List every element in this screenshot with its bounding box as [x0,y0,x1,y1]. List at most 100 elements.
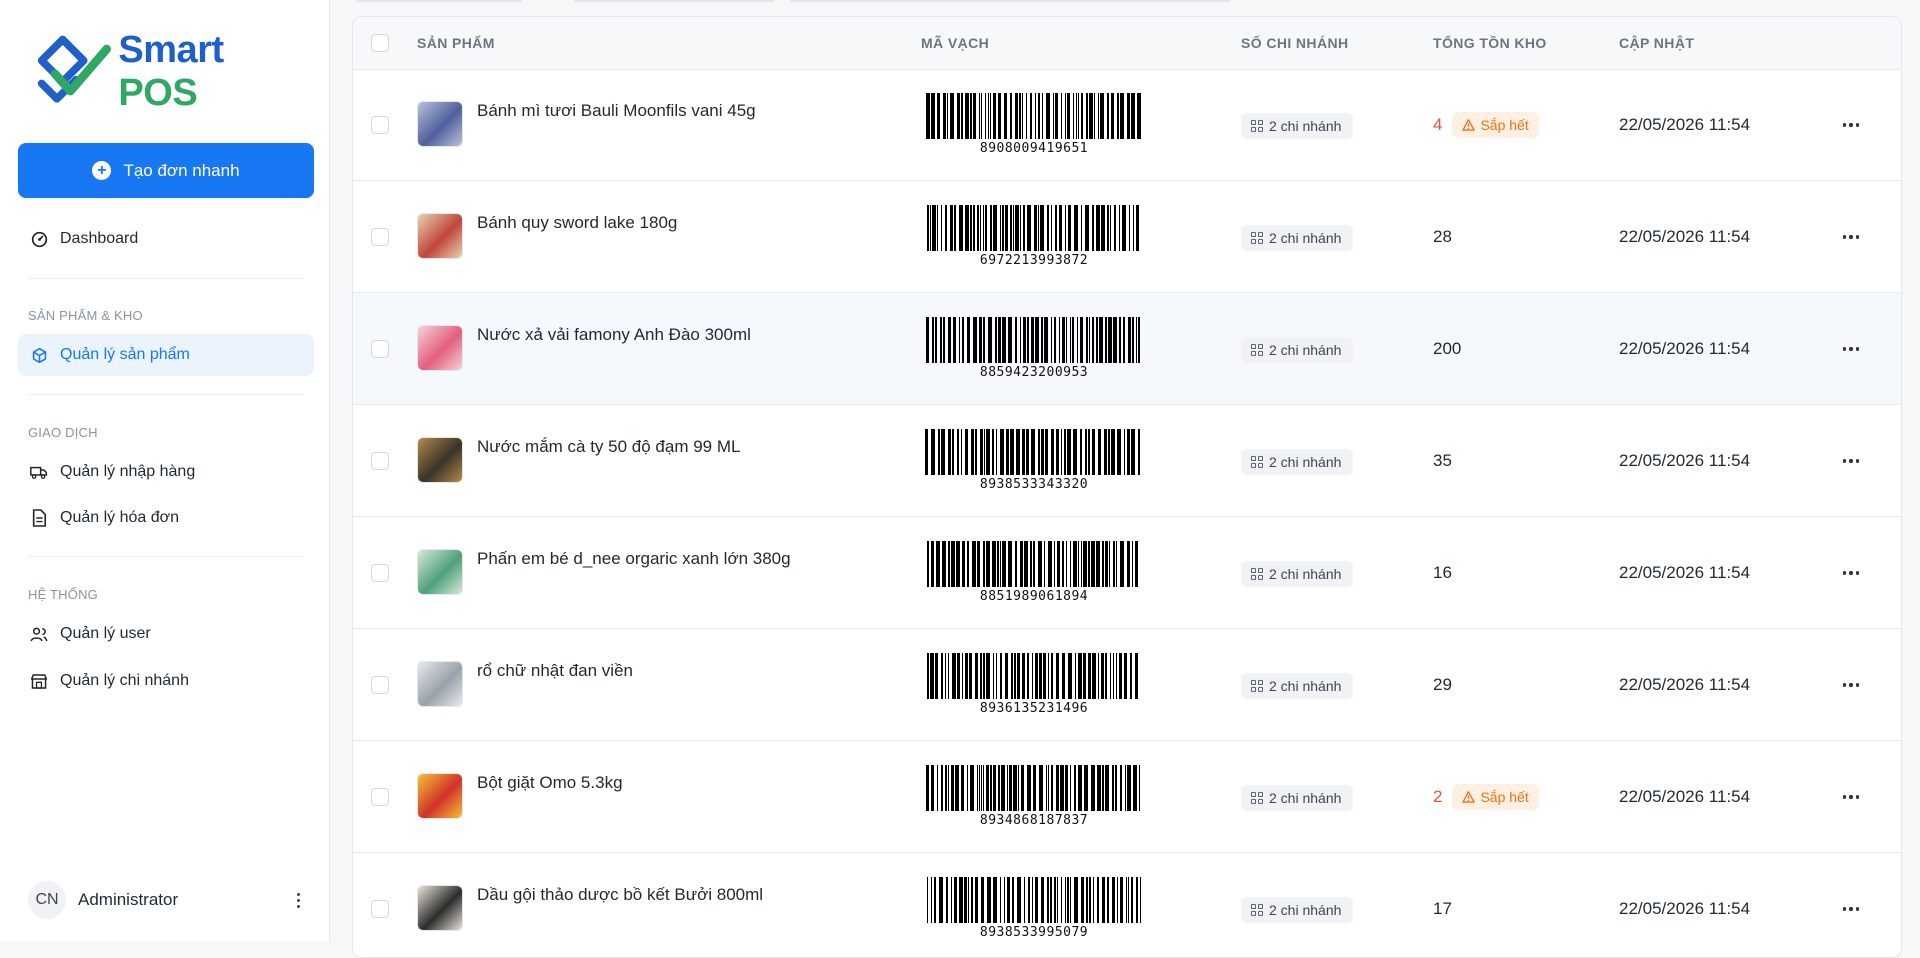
table-row[interactable]: rổ chữ nhật đan viền 8936135231496 2 chi… [353,629,1901,741]
barcode-image [923,877,1145,923]
users-icon [30,625,48,643]
table-row[interactable]: Bánh quy sword lake 180g 6972213993872 2… [353,181,1901,293]
barcode: 8938533995079 [923,877,1145,940]
stock-cell: 200 [1433,336,1461,362]
app-logo[interactable]: Smart POS [34,29,304,114]
table-row[interactable]: Dầu gội thảo dược bồ kết Bưởi 800ml 8938… [353,853,1901,957]
table-row[interactable]: Nước xả vải famony Anh Đào 300ml 8859423… [353,293,1901,405]
product-name[interactable]: rổ chữ nhật đan viền [477,661,633,681]
barcode: 8851989061894 [923,541,1145,604]
low-stock-label: Sắp hết [1480,789,1529,805]
logo-text-pos: POS [118,72,198,114]
branch-count-label: 2 chi nhánh [1269,790,1342,806]
sidebar-item-label: Quản lý nhập hàng [60,463,196,480]
more-actions-icon[interactable] [1839,897,1863,921]
sidebar-item-label: Quản lý chi nhánh [60,672,189,689]
row-checkbox[interactable] [371,228,389,246]
barcode: 6972213993872 [923,205,1145,268]
column-header-branches[interactable]: SỐ CHI NHÁNH [1241,17,1348,69]
quick-order-label: Tạo đơn nhanh [123,160,240,180]
product-name[interactable]: Dầu gội thảo dược bồ kết Bưởi 800ml [477,885,763,905]
product-name[interactable]: Phấn em bé d_nee orgaric xanh lớn 380g [477,549,791,569]
stock-cell: 16 [1433,560,1452,586]
table-row[interactable]: Nước mắm cà ty 50 độ đạm 99 ML 893853334… [353,405,1901,517]
product-name[interactable]: Bánh quy sword lake 180g [477,213,677,233]
row-checkbox[interactable] [371,116,389,134]
stock-cell: 4 Sắp hết [1433,112,1539,138]
more-actions-icon[interactable] [1839,113,1863,137]
sidebar-item-branches[interactable]: Quản lý chi nhánh [18,660,314,702]
product-name[interactable]: Nước xả vải famony Anh Đào 300ml [477,325,751,345]
product-thumbnail [417,213,463,259]
more-actions-icon[interactable] [1839,561,1863,585]
kebab-menu-icon[interactable] [288,888,308,912]
sidebar-item-products[interactable]: Quản lý sản phẩm [18,334,314,376]
product-name[interactable]: Bột giặt Omo 5.3kg [477,773,623,793]
updated-date: 22/05/2026 11:54 [1619,675,1751,694]
select-all-checkbox[interactable] [371,34,389,52]
row-checkbox[interactable] [371,564,389,582]
table-row[interactable]: Bánh mì tươi Bauli Moonfils vani 45g 890… [353,69,1901,181]
branch-count-label: 2 chi nhánh [1269,678,1342,694]
product-thumbnail [417,325,463,371]
logo-text-smart: Smart [118,29,224,71]
updated-date: 22/05/2026 11:54 [1619,563,1751,582]
filter-bar-edge [356,0,522,2]
branch-count-badge: 2 chi nhánh [1241,561,1354,587]
sidebar-item-dashboard[interactable]: Dashboard [18,218,314,260]
product-thumbnail [417,101,463,147]
stock-value: 17 [1433,899,1452,918]
stock-cell: 17 [1433,896,1452,922]
barcode-number: 8851989061894 [979,589,1089,604]
row-checkbox[interactable] [371,788,389,806]
column-header-updated[interactable]: CẬP NHẬT [1619,17,1694,69]
updated-date: 22/05/2026 11:54 [1619,787,1751,806]
stock-cell: 29 [1433,672,1452,698]
table-row[interactable]: Phấn em bé d_nee orgaric xanh lớn 380g 8… [353,517,1901,629]
user-name: Administrator [78,890,179,909]
more-actions-icon[interactable] [1839,337,1863,361]
row-checkbox[interactable] [371,900,389,918]
grid-icon [1251,456,1263,468]
column-header-product[interactable]: SẢN PHẨM [417,17,495,69]
quick-order-button[interactable]: + Tạo đơn nhanh [18,143,314,198]
table-row[interactable]: Bột giặt Omo 5.3kg 8934868187837 2 chi n… [353,741,1901,853]
branch-count-label: 2 chi nhánh [1269,342,1342,358]
more-actions-icon[interactable] [1839,225,1863,249]
product-thumbnail [417,661,463,707]
row-checkbox[interactable] [371,676,389,694]
branch-count-badge: 2 chi nhánh [1241,785,1354,811]
sidebar-item-invoices[interactable]: Quản lý hóa đơn [18,497,314,539]
gauge-icon [30,230,48,248]
barcode-image [923,93,1145,139]
more-actions-icon[interactable] [1839,673,1863,697]
warning-icon [1462,791,1476,803]
grid-icon [1251,680,1263,692]
branch-count-badge: 2 chi nhánh [1241,113,1354,139]
updated-date: 22/05/2026 11:54 [1619,227,1751,246]
grid-icon [1251,792,1263,804]
store-icon [30,672,48,690]
user-profile[interactable]: CN Administrator [28,880,308,920]
more-actions-icon[interactable] [1839,449,1863,473]
plus-circle-icon: + [92,161,112,180]
sidebar-item-users[interactable]: Quản lý user [18,613,314,655]
row-checkbox[interactable] [371,340,389,358]
sidebar-divider [28,394,304,395]
column-header-barcode[interactable]: MÃ VẠCH [921,17,989,69]
barcode: 8908009419651 [923,93,1145,156]
row-checkbox[interactable] [371,452,389,470]
product-name[interactable]: Nước mắm cà ty 50 độ đạm 99 ML [477,437,740,457]
sidebar-section-title: GIAO DỊCH [28,425,98,440]
stock-value: 2 [1433,787,1443,806]
truck-icon [30,463,48,481]
product-name[interactable]: Bánh mì tươi Bauli Moonfils vani 45g [477,101,756,121]
barcode-number: 8938533995079 [979,925,1089,940]
grid-icon [1251,344,1263,356]
more-actions-icon[interactable] [1839,785,1863,809]
product-table: SẢN PHẨM MÃ VẠCH SỐ CHI NHÁNH TỔNG TỒN K… [352,16,1902,958]
sidebar-item-imports[interactable]: Quản lý nhập hàng [18,451,314,493]
barcode-number: 8938533343320 [979,477,1089,492]
column-header-stock[interactable]: TỔNG TỒN KHO [1433,17,1547,69]
sidebar: Smart POS + Tạo đơn nhanh Dashboard SẢN … [0,0,330,942]
